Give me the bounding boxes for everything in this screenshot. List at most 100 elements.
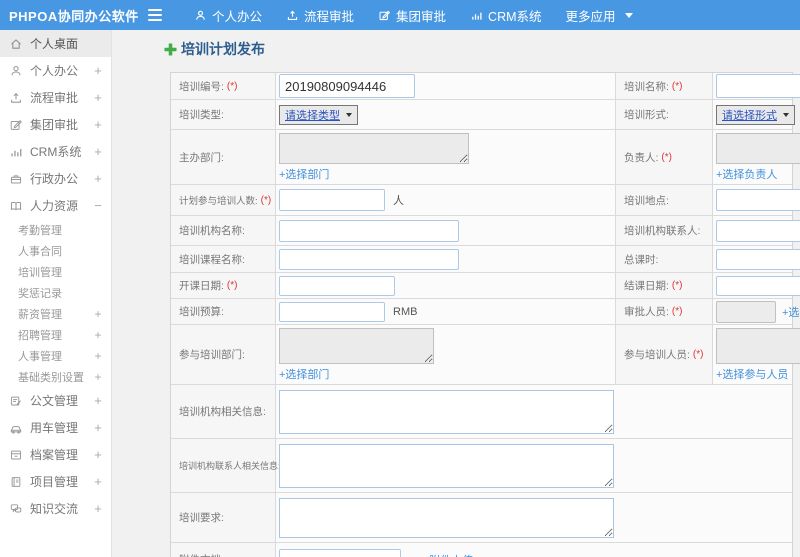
form-row: 培训机构名称: 培训机构联系人: (171, 216, 800, 246)
document-icon (9, 394, 23, 408)
sidebar-item-knowledge-exchange[interactable]: 知识交流 + (0, 495, 111, 522)
hamburger-menu-icon[interactable] (148, 5, 168, 25)
upload-icon (9, 91, 23, 105)
sidebar-item-vehicle-management[interactable]: 用车管理 + (0, 414, 111, 441)
user-icon (9, 64, 23, 78)
form-row: 培训类型: 请选择类型 培训形式: 请选择形式 (171, 100, 795, 130)
form-row: 计划参与培训人数: (*) 人 培训地点: (171, 185, 800, 216)
book-icon (9, 199, 23, 213)
total-hours-input[interactable] (716, 248, 800, 270)
training-requirements-label: 培训要求: (171, 493, 276, 542)
caret-down-icon (346, 112, 352, 117)
sidebar-item-project-management[interactable]: 项目管理 + (0, 468, 111, 495)
training-name-input[interactable] (716, 74, 800, 98)
select-leader-link[interactable]: +选择负责人 (716, 166, 777, 182)
total-hours-label: 总课时: (616, 246, 713, 272)
course-name-label: 培训课程名称: (171, 246, 276, 272)
sidebar-item-group-approval[interactable]: 集团审批 + (0, 111, 111, 138)
leader-textarea[interactable] (716, 133, 800, 164)
sidebar-subitem-attendance-management[interactable]: 考勤管理 (0, 219, 111, 240)
form-row: 培训要求: (171, 493, 792, 543)
sidebar-subitem-personnel-management[interactable]: 人事管理 + (0, 345, 111, 366)
org-name-input[interactable] (279, 219, 459, 242)
participants-textarea[interactable] (716, 328, 800, 364)
start-date-input[interactable] (279, 275, 395, 296)
sidebar-subitem-reward-punishment-records[interactable]: 奖惩记录 (0, 282, 111, 303)
planned-participants-input[interactable] (279, 189, 385, 211)
caret-down-icon (624, 12, 633, 18)
org-info-label: 培训机构相关信息: (171, 385, 276, 438)
participating-departments-textarea[interactable] (279, 328, 434, 364)
start-date-label: 开课日期: (*) (171, 273, 276, 298)
sidebar-subitem-basic-category-settings[interactable]: 基础类别设置 + (0, 366, 111, 387)
budget-label: 培训预算: (171, 299, 276, 324)
sidebar-item-workflow-approval[interactable]: 流程审批 + (0, 84, 111, 111)
training-location-input[interactable] (716, 189, 800, 211)
form-row: 培训课程名称: 总课时: (171, 246, 800, 273)
top-navbar: PHPOA协同办公软件 个人办公 流程审批 集团审批 CRM系统 更多应用 (0, 0, 800, 30)
select-department-link[interactable]: +选择部门 (279, 366, 329, 382)
chart-icon (9, 145, 23, 159)
edit-icon (378, 9, 391, 22)
select-approvers-link[interactable]: +选择审批人员 (782, 304, 800, 320)
nav-label: CRM系统 (488, 9, 542, 24)
nav-label: 集团审批 (396, 9, 447, 24)
form-row: 培训预算: RMB 审批人员:(*) +选择审批人员 (171, 299, 800, 325)
nav-workflow-approval[interactable]: 流程审批 (274, 0, 366, 30)
training-type-select[interactable]: 请选择类型 (279, 104, 358, 125)
org-contact-info-textarea[interactable] (279, 443, 614, 488)
page-title: 培训计划发布 (164, 39, 800, 59)
host-department-label: 主办部门: (171, 130, 276, 184)
training-form-label: 培训形式: (616, 100, 713, 129)
sidebar-item-archive-management[interactable]: 档案管理 + (0, 441, 111, 468)
course-name-input[interactable] (279, 248, 459, 270)
app-logo: PHPOA协同办公软件 (9, 8, 139, 24)
caret-down-icon (783, 112, 789, 117)
nav-label: 更多应用 (565, 9, 616, 24)
org-name-label: 培训机构名称: (171, 216, 276, 245)
training-requirements-textarea[interactable] (279, 497, 614, 538)
nav-crm-system[interactable]: CRM系统 (458, 0, 553, 30)
nav-group-approval[interactable]: 集团审批 (366, 0, 458, 30)
sidebar-subitem-training-management[interactable]: 培训管理 (0, 261, 111, 282)
archive-icon (9, 448, 23, 462)
main-content: 培训计划发布 培训编号:(*) 培训名称:(*) 培训类型: (112, 30, 800, 557)
sidebar-item-admin-office[interactable]: 行政办公 + (0, 165, 111, 192)
participants-label: 参与培训人员: (*) (616, 325, 713, 384)
form-row: 参与培训部门: +选择部门 参与培训人员: (*) +选择参与人员 (171, 325, 800, 385)
training-number-input[interactable] (279, 74, 415, 98)
training-form-select[interactable]: 请选择形式 (716, 104, 795, 125)
training-type-label: 培训类型: (171, 100, 276, 129)
attachment-input[interactable] (279, 548, 401, 557)
sidebar-item-human-resources[interactable]: 人力资源 − (0, 192, 111, 219)
attachment-upload-link[interactable]: +附件上传 (423, 552, 473, 557)
sidebar-subitem-salary-management[interactable]: 薪资管理 + (0, 303, 111, 324)
end-date-input[interactable] (716, 275, 800, 296)
sidebar-item-crm-system[interactable]: CRM系统 + (0, 138, 111, 165)
host-department-textarea[interactable] (279, 133, 469, 164)
select-department-link[interactable]: +选择部门 (279, 166, 329, 182)
training-location-label: 培训地点: (616, 185, 713, 215)
sidebar-subitem-personnel-contract[interactable]: 人事合同 (0, 240, 111, 261)
nav-more-apps[interactable]: 更多应用 (554, 0, 645, 30)
sidebar-item-personal-desktop[interactable]: 个人桌面 (0, 30, 111, 57)
approvers-label: 审批人员: (*) (616, 299, 713, 324)
sidebar-item-personal-office[interactable]: 个人办公 + (0, 57, 111, 84)
org-contact-info-label: 培训机构联系人相关信息: (171, 439, 281, 492)
org-contact-input[interactable] (716, 219, 800, 242)
sidebar-subitem-recruitment-management[interactable]: 招聘管理 + (0, 324, 111, 345)
form-row: 培训机构相关信息: (171, 385, 792, 439)
approvers-box[interactable] (716, 300, 776, 323)
user-icon (194, 9, 207, 22)
budget-input[interactable] (279, 301, 385, 322)
training-number-label: 培训编号: (*) (171, 73, 276, 99)
training-name-label: 培训名称: (*) (616, 73, 713, 99)
sidebar-item-document-management[interactable]: 公文管理 + (0, 387, 111, 414)
select-participants-link[interactable]: +选择参与人员 (716, 366, 788, 382)
org-contact-label: 培训机构联系人: (616, 216, 713, 245)
nav-personal-office[interactable]: 个人办公 (182, 0, 274, 30)
chat-icon (9, 502, 23, 516)
end-date-label: 结课日期: (*) (616, 273, 713, 298)
nav-label: 个人办公 (212, 9, 263, 24)
org-info-textarea[interactable] (279, 389, 614, 434)
